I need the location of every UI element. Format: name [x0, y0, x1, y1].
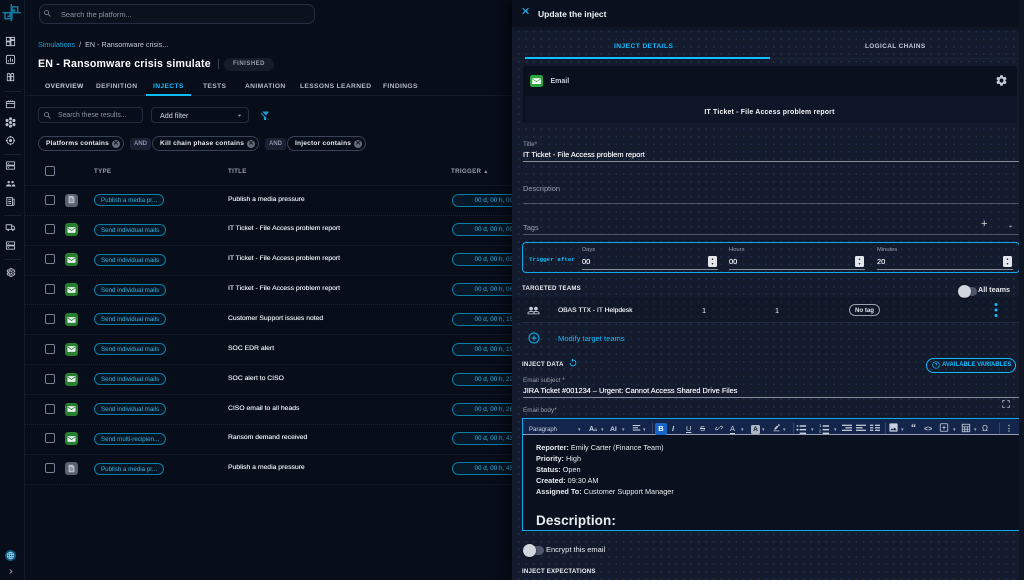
svg-text:1: 1 [819, 423, 822, 428]
svg-text:2: 2 [819, 428, 822, 433]
